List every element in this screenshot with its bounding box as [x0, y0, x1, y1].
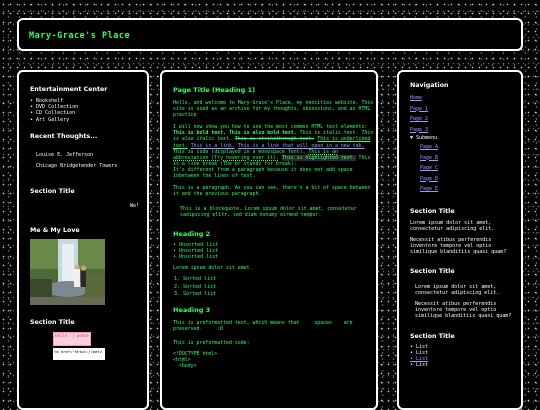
- navigation-menu: Home Page 1 Page 2 Page 3 ▼ Submenu Page…: [410, 93, 521, 195]
- right-section-title-2: Section Title: [410, 267, 455, 275]
- submenu-link-page-b[interactable]: Page B: [420, 155, 438, 161]
- submenu-link-page-a[interactable]: Page A: [420, 144, 438, 150]
- submenu-link-page-c[interactable]: Page C: [420, 165, 438, 171]
- preformatted-text: This is preformatted text, which means t…: [173, 319, 356, 332]
- right-list: List List List List: [410, 344, 521, 369]
- submenu-toggle[interactable]: ▼ Submenu: [410, 135, 521, 142]
- blockquote: This is a blockquote. Lorem ipsum dolor …: [180, 206, 357, 219]
- couple-photo: [30, 238, 105, 305]
- right-section-text: Lorem ipsum dolor sit amet, consectetur …: [415, 283, 500, 296]
- heading-3: Heading 3: [173, 305, 211, 314]
- code-line: <body>: [173, 363, 197, 370]
- hello-peace-badge: hello :) peace: [53, 331, 91, 346]
- preformatted-code-label: This is preformatted code:: [173, 339, 250, 346]
- bold-text: This is bold text.: [173, 130, 226, 137]
- text-elements-paragraph: I will now show you how to use the most …: [173, 124, 376, 179]
- sorted-list: Sorted list Sorted list Sorted list: [173, 276, 376, 299]
- sorted-list-item: Sorted list: [183, 276, 376, 284]
- sorted-list-item: Sorted list: [183, 284, 376, 292]
- main-content: Page Title (Heading 1) Hello, and welcom…: [160, 70, 378, 410]
- submenu-link-page-e[interactable]: Page E: [420, 186, 438, 192]
- text-span: I will now show you how to use the most …: [173, 124, 368, 131]
- entertainment-title: Entertainment Center: [30, 86, 108, 93]
- page-title-heading: Page Title (Heading 1): [173, 86, 256, 94]
- site-title: Mary-Grace's Place: [29, 31, 131, 41]
- bold-text-2: This is also bold text.: [228, 130, 297, 137]
- right-section-text: Lorem ipsum dolor sit amet, consectetur …: [410, 219, 495, 232]
- recent-item[interactable]: Chicago Bridgetender Towers: [36, 161, 147, 172]
- navigation-title: Navigation: [410, 82, 449, 89]
- nav-link-page-3[interactable]: Page 3: [410, 127, 428, 133]
- section-title-2: Section Title: [30, 318, 75, 326]
- right-section-title-3: Section Title: [410, 332, 455, 340]
- right-section-text: Necessit atibus perferendis inventore te…: [415, 300, 512, 319]
- right-sidebar: Navigation Home Page 1 Page 2 Page 3 ▼ S…: [397, 70, 523, 410]
- sorted-list-item: Sorted list: [183, 291, 376, 299]
- code-block: <!DOCTYPE html> <html> <body>: [173, 351, 376, 369]
- unsorted-list-item: Unsorted list: [173, 254, 376, 260]
- unsorted-list: Unsorted list Unsorted list Unsorted lis…: [173, 242, 376, 261]
- nav-link-home[interactable]: Home: [410, 95, 422, 101]
- right-list-item: List: [410, 362, 521, 368]
- strikethrough-text: This is strikethrough text.: [234, 136, 315, 143]
- code-text: This is code (displayed in a monospace f…: [173, 148, 309, 155]
- submenu-link-page-d[interactable]: Page D: [420, 176, 438, 182]
- paragraph-demo: This is a paragraph. As you can see, the…: [173, 185, 371, 198]
- sample-link[interactable]: This is a link.: [191, 143, 235, 149]
- intro-paragraph: Hello, and welcome to Mary-Grace's Place…: [173, 100, 374, 119]
- right-section-title-1: Section Title: [410, 207, 455, 215]
- nav-link-page-2[interactable]: Page 2: [410, 116, 428, 122]
- nav-link-page-1[interactable]: Page 1: [410, 106, 428, 112]
- right-section-text: Necessit atibus perferendis inventore te…: [410, 236, 507, 255]
- highlighted-text: This is highlighted text.: [281, 154, 356, 161]
- submenu-list: Page A Page B Page C Page D Page E: [420, 142, 521, 195]
- entertainment-item-art[interactable]: Art Gallery: [30, 117, 147, 123]
- lorem-line: Lorem ipsum dolor sit amet.: [173, 265, 253, 272]
- me-and-my-love-title: Me & My Love: [30, 226, 80, 234]
- embed-code-box[interactable]: <a href="https://petz: [53, 347, 105, 360]
- site-header: Mary-Grace's Place: [17, 18, 523, 51]
- left-sidebar: Entertainment Center Bookshelf DVD Colle…: [17, 70, 149, 410]
- entertainment-list: Bookshelf DVD Collection CD Collection A…: [30, 98, 147, 123]
- recent-item[interactable]: Louise E. Jefferson: [36, 150, 147, 161]
- recent-thoughts-title: Recent Thoughts...: [30, 132, 98, 140]
- section-text: We!: [129, 202, 139, 209]
- section-title: Section Title: [30, 187, 75, 195]
- italic-text: This is italic text.: [296, 130, 362, 137]
- heading-2: Heading 2: [173, 229, 211, 238]
- new-tab-link[interactable]: This is a link that will open in a new t…: [238, 143, 365, 149]
- after-break-text: It's different from a paragraph because …: [173, 166, 353, 180]
